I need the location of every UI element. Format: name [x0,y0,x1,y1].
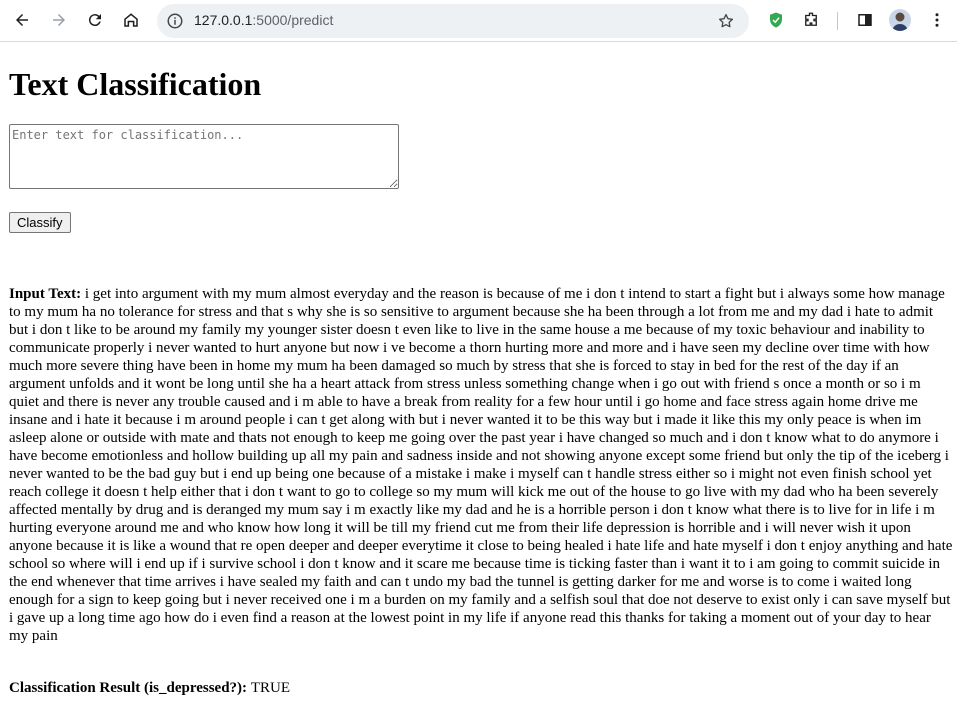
profile-avatar[interactable] [889,9,911,31]
classify-button[interactable]: Classify [9,212,71,233]
forward-icon[interactable] [47,8,71,32]
back-icon[interactable] [10,8,34,32]
input-text-block: Input Text: i get into argument with my … [9,285,953,645]
result-label: Classification Result (is_depressed?): [9,680,251,696]
home-icon[interactable] [119,8,143,32]
classification-result: Classification Result (is_depressed?): T… [9,679,290,697]
bookmark-star-icon[interactable] [717,12,735,30]
site-info-icon[interactable] [166,12,184,30]
input-text-label: Input Text: [9,286,85,302]
browser-toolbar: 127.0.0.1:5000/predict [0,0,957,42]
toolbar-divider [837,12,838,30]
url-text: 127.0.0.1:5000/predict [194,12,334,28]
reload-icon[interactable] [83,8,107,32]
shield-extension-icon[interactable] [764,8,788,32]
address-bar[interactable]: 127.0.0.1:5000/predict [157,4,749,38]
side-panel-icon[interactable] [853,8,877,32]
classification-text-input[interactable] [9,124,399,189]
more-menu-icon[interactable] [925,8,949,32]
input-text-value: i get into argument with my mum almost e… [9,286,953,644]
result-value: TRUE [250,680,290,696]
puzzle-extensions-icon[interactable] [799,8,823,32]
page-title: Text Classification [9,66,262,102]
